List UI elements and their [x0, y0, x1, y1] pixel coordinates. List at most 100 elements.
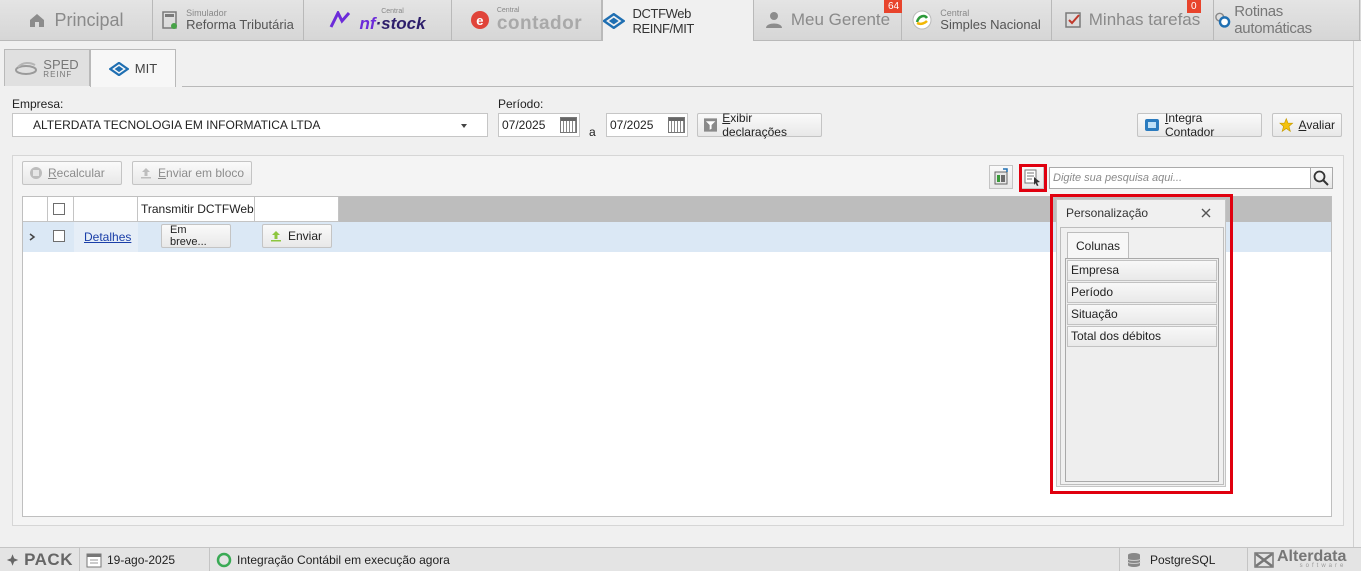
- header-detalhes-cell: [74, 197, 138, 222]
- tab-label: Principal: [54, 9, 124, 30]
- simples-logo-icon: [912, 10, 932, 30]
- status-bar: PACK 19-ago-2025 Integração Contábil em …: [0, 547, 1361, 571]
- periodo-from-value: 07/2025: [502, 118, 546, 132]
- nfstock-logo-nf: nf: [359, 14, 376, 33]
- brand-segment: Alterdata software: [1248, 548, 1361, 571]
- brand-name: Alterdata: [1277, 547, 1347, 565]
- highlight-box-customize: [1019, 164, 1047, 192]
- empresa-value: ALTERDATA TECNOLOGIA EM INFORMATICA LTDA: [33, 118, 321, 132]
- tab-simples-nacional[interactable]: Central Simples Nacional: [902, 0, 1052, 40]
- enviar-em-bloco-button[interactable]: Enviar em bloco: [132, 161, 252, 185]
- tab-dctfweb-reinf-mit[interactable]: DCTFWeb REINF/MIT: [602, 0, 754, 41]
- em-breve-button[interactable]: Em breve...: [161, 224, 231, 248]
- receita-logo-icon: [108, 61, 129, 76]
- sped-logo-icon: [15, 61, 38, 75]
- periodo-from-input[interactable]: 07/2025: [498, 113, 580, 137]
- recalcular-label: ecalcular: [56, 166, 105, 180]
- pack-icon: [6, 553, 19, 566]
- export-grid-button[interactable]: [989, 165, 1013, 189]
- status-date: 19-ago-2025: [107, 552, 176, 567]
- checkbox-task-icon: [1065, 12, 1081, 28]
- tab-rotinas-automaticas[interactable]: Rotinas automáticas: [1214, 0, 1360, 40]
- tab-label: DCTFWeb REINF/MIT: [632, 5, 695, 36]
- empresa-label: Empresa:: [12, 97, 64, 111]
- enviar-button[interactable]: Enviar: [262, 224, 332, 248]
- top-tab-bar: Principal Simulador Reforma Tributária Ce…: [0, 0, 1361, 41]
- header-transmitir[interactable]: Transmitir DCTFWeb: [138, 197, 255, 222]
- integra-label: ntegra Contador: [1164, 111, 1215, 139]
- upload-icon: [141, 168, 151, 179]
- contador-logo-icon: e: [470, 11, 489, 29]
- calendar-icon: [86, 553, 102, 567]
- calendar-icon[interactable]: [560, 117, 577, 133]
- right-edge: [1353, 41, 1361, 547]
- subtab-divider: [182, 86, 1353, 87]
- home-icon: [30, 14, 45, 27]
- row-checkbox[interactable]: [53, 230, 65, 242]
- clock-gear-icon: [1215, 12, 1231, 28]
- periodo-to-input[interactable]: 07/2025: [606, 113, 688, 137]
- subtab-sublabel: REINF: [43, 69, 73, 79]
- em-breve-label: Em breve...: [170, 224, 207, 248]
- subtab-label: SPED: [43, 56, 79, 72]
- subtab-sped-reinf[interactable]: SPED REINF: [4, 49, 90, 86]
- upload-icon: [271, 231, 281, 242]
- status-ring-icon: [216, 552, 232, 567]
- search-box[interactable]: [1049, 167, 1333, 189]
- periodo-separator: a: [589, 125, 596, 139]
- integra-contador-button[interactable]: Integra Contador: [1137, 111, 1262, 139]
- tab-meu-gerente[interactable]: Meu Gerente 64: [754, 0, 904, 40]
- exibir-declaracoes-button[interactable]: Exibir declarações: [697, 111, 822, 139]
- recalcular-button[interactable]: Recalcular: [22, 161, 122, 185]
- sub-tab-bar: SPED REINF MIT: [4, 49, 176, 87]
- select-all-checkbox[interactable]: [53, 203, 65, 215]
- tab-label: Rotinas automáticas: [1234, 3, 1312, 37]
- exibir-label: xibir declarações: [722, 111, 787, 139]
- tab-nfstock[interactable]: Central nf·stock: [304, 0, 452, 40]
- tab-label: contador: [496, 13, 583, 34]
- recalcular-mnemonic: R: [48, 166, 57, 180]
- search-icon: [1313, 170, 1329, 186]
- notification-badge: 64: [884, 0, 904, 13]
- search-button[interactable]: [1310, 168, 1332, 188]
- pack-segment[interactable]: PACK: [0, 547, 80, 571]
- database-segment: PostgreSQL: [1120, 547, 1248, 571]
- calendar-icon[interactable]: [668, 117, 685, 133]
- tab-label: Minhas tarefas: [1088, 10, 1201, 29]
- integration-status-segment: Integração Contábil em execução agora: [210, 547, 1120, 571]
- empresa-select[interactable]: ALTERDATA TECNOLOGIA EM INFORMATICA LTDA: [12, 113, 488, 137]
- subtab-label: MIT: [134, 61, 158, 76]
- integra-contador-icon: [1144, 119, 1159, 131]
- chevron-down-icon: [461, 124, 467, 128]
- tab-principal[interactable]: Principal: [0, 0, 153, 40]
- tab-label: Meu Gerente: [790, 10, 891, 29]
- pack-label: PACK: [24, 549, 73, 569]
- enviar-bloco-mnemonic: E: [158, 166, 167, 180]
- enviar-label: Enviar: [288, 229, 323, 243]
- export-icon: [994, 168, 1008, 185]
- tab-contador[interactable]: e Central contador: [452, 0, 602, 40]
- filter-icon: [704, 118, 718, 132]
- header-expand-cell: [23, 197, 48, 222]
- enviar-bloco-label: nviar em bloco: [166, 166, 245, 180]
- search-input[interactable]: [1050, 168, 1308, 188]
- receita-logo-icon: [603, 12, 625, 29]
- notification-badge: 0: [1187, 0, 1201, 13]
- brand-sub: software: [1299, 563, 1347, 569]
- nfstock-logo-stock: ·stock: [375, 14, 426, 33]
- calculator-icon: [162, 11, 178, 29]
- header-enviar-cell: [255, 197, 339, 222]
- nfstock-logo-icon: [330, 11, 351, 28]
- tab-reforma-tributaria[interactable]: Simulador Reforma Tributária: [153, 0, 304, 40]
- detalhes-link[interactable]: Detalhes: [84, 230, 131, 244]
- subtab-mit[interactable]: MIT: [90, 49, 176, 87]
- periodo-to-value: 07/2025: [610, 118, 654, 132]
- calculator-icon: [30, 167, 42, 179]
- header-checkbox-cell: [48, 197, 74, 222]
- avaliar-button[interactable]: Avaliar: [1272, 113, 1342, 137]
- tab-label: Reforma Tributária: [186, 17, 294, 32]
- chevron-right-icon[interactable]: [28, 233, 36, 241]
- tab-minhas-tarefas[interactable]: Minhas tarefas 0: [1052, 0, 1214, 40]
- integration-status-text: Integração Contábil em execução agora: [237, 552, 450, 567]
- database-icon: [1127, 552, 1141, 567]
